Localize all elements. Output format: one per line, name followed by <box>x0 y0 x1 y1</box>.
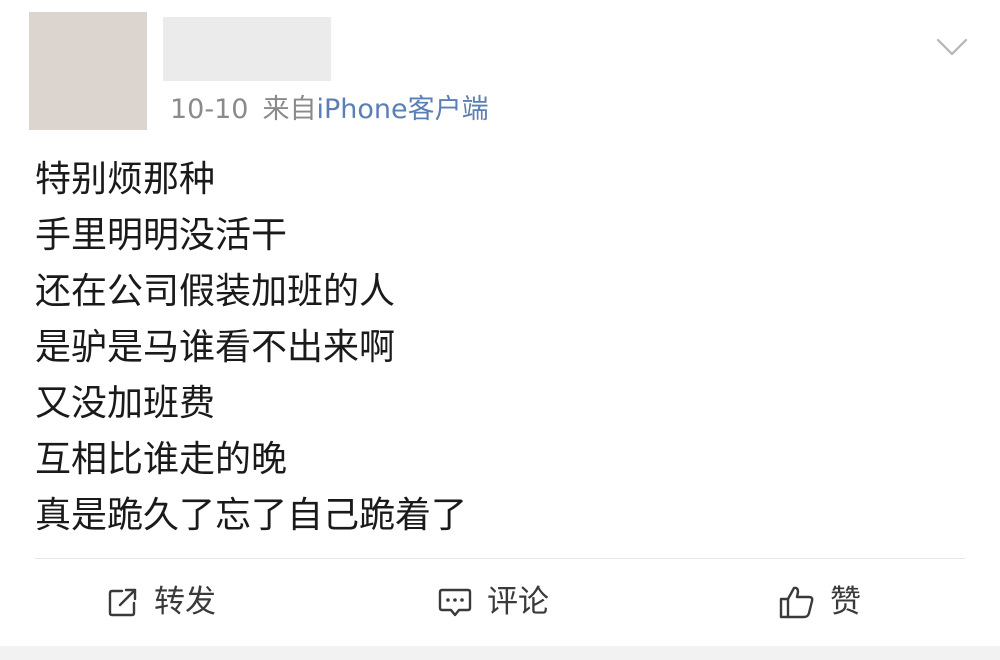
like-button[interactable]: 赞 <box>778 580 861 624</box>
post-content: 特别烦那种 手里明明没活干 还在公司假装加班的人 是驴是马谁看不出来啊 又没加班… <box>35 152 965 544</box>
content-line: 又没加班费 <box>35 383 216 424</box>
source-prefix: 来自 <box>262 94 317 125</box>
repost-icon <box>106 585 140 619</box>
content-line: 真是跪久了忘了自己跪着了 <box>35 495 468 536</box>
source-client-link[interactable]: iPhone客户端 <box>316 94 488 125</box>
avatar[interactable] <box>29 12 147 130</box>
content-line: 是驴是马谁看不出来啊 <box>35 327 396 368</box>
content-line: 特别烦那种 <box>35 159 216 200</box>
like-label: 赞 <box>830 584 861 620</box>
repost-button[interactable]: 转发 <box>106 580 216 624</box>
weibo-post-card: 10-10 来自iPhone客户端 特别烦那种 手里明明没活干 还在公司假装加班的… <box>0 0 1000 646</box>
content-line: 手里明明没活干 <box>35 215 288 256</box>
comment-label: 评论 <box>487 584 549 620</box>
username-placeholder[interactable] <box>163 17 331 81</box>
post-date: 10-10 <box>170 94 249 125</box>
content-line: 互相比谁走的晚 <box>35 439 288 480</box>
action-bar: 转发 评论 赞 <box>0 570 1000 636</box>
feed-separator <box>0 646 1000 660</box>
content-line: 还在公司假装加班的人 <box>35 271 396 312</box>
repost-label: 转发 <box>154 584 216 620</box>
divider <box>35 558 965 559</box>
comment-icon <box>437 585 473 619</box>
post-meta: 10-10 来自iPhone客户端 <box>170 92 489 128</box>
comment-button[interactable]: 评论 <box>437 580 549 624</box>
thumbs-up-icon <box>778 584 816 620</box>
chevron-down-icon[interactable] <box>935 36 969 58</box>
